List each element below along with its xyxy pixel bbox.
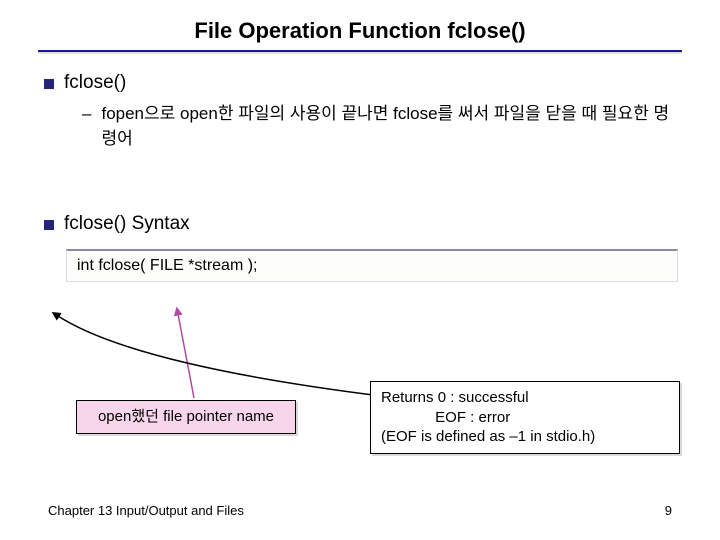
dash-bullet-icon: – <box>82 102 91 151</box>
square-bullet-icon <box>44 220 54 230</box>
white-line3: (EOF is defined as –1 in stdio.h) <box>381 427 669 447</box>
section-head-text: fclose() <box>64 72 126 94</box>
slide: File Operation Function fclose() fclose(… <box>0 0 720 540</box>
code-text: int fclose( FILE *stream ); <box>77 257 258 274</box>
white-line1: Returns 0 : successful <box>381 388 669 408</box>
section-head-text: fclose() Syntax <box>64 213 190 235</box>
footer: Chapter 13 Input/Output and Files 9 <box>48 503 672 518</box>
section-head: fclose() Syntax <box>44 213 682 235</box>
title-underline <box>38 50 682 54</box>
code-box: int fclose( FILE *stream ); <box>66 249 678 282</box>
page-title: File Operation Function fclose() <box>38 18 682 50</box>
white-line2: EOF : error <box>381 408 669 428</box>
square-bullet-icon <box>44 79 54 89</box>
section-fclose: fclose() – fopen으로 open한 파일의 사용이 끝나면 fcl… <box>44 72 682 151</box>
section-sub: – fopen으로 open한 파일의 사용이 끝나면 fclose를 써서 파… <box>82 102 682 151</box>
footer-chapter: Chapter 13 Input/Output and Files <box>48 503 244 518</box>
pink-text: open했던 file pointer name <box>98 408 274 425</box>
pink-annotation: open했던 file pointer name <box>76 400 296 434</box>
footer-page: 9 <box>665 503 672 518</box>
section-sub-text: fopen으로 open한 파일의 사용이 끝나면 fclose를 써서 파일을… <box>101 102 682 151</box>
white-annotation: Returns 0 : successful EOF : error (EOF … <box>370 381 680 454</box>
section-head: fclose() <box>44 72 682 94</box>
section-syntax: fclose() Syntax <box>44 213 682 235</box>
